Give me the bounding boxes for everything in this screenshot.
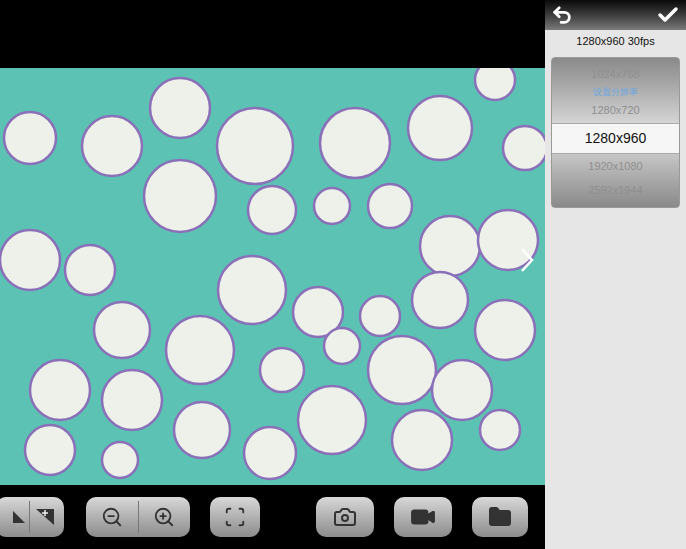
triangle-plus-icon <box>32 507 56 527</box>
resolution-option[interactable]: 2592x1944 <box>552 178 679 203</box>
microscope-app: 1280x960 30fps 1024x768设置分辨率1280x7201280x… <box>0 0 686 549</box>
camera-icon <box>333 505 357 529</box>
fullscreen-button[interactable] <box>210 497 260 537</box>
resolution-option[interactable]: 1280x720 <box>552 98 679 123</box>
video-icon <box>410 504 436 530</box>
draw-tools-button[interactable] <box>0 497 64 537</box>
next-chevron-icon[interactable] <box>519 246 535 274</box>
triangle-icon <box>11 509 27 525</box>
zoom-buttons[interactable] <box>86 497 190 537</box>
zoom-in-icon[interactable] <box>153 506 175 528</box>
settings-panel: 1280x960 30fps 1024x768设置分辨率1280x7201280x… <box>545 0 686 549</box>
zoom-out-icon[interactable] <box>101 506 123 528</box>
back-icon[interactable] <box>551 4 573 26</box>
top-bar <box>0 0 545 68</box>
snapshot-button[interactable] <box>316 497 374 537</box>
resolution-option[interactable]: 1920x1080 <box>552 154 679 179</box>
record-button[interactable] <box>394 497 452 537</box>
toolbar <box>0 485 545 549</box>
resolution-picker[interactable]: 1024x768设置分辨率1280x7201280x9601920x108025… <box>551 57 680 208</box>
viewer-column <box>0 0 545 549</box>
resolution-option[interactable]: 1280x960 <box>552 123 679 154</box>
folder-icon <box>488 505 512 529</box>
status-text: 1280x960 30fps <box>545 30 686 53</box>
picker-title: 设置分辨率 <box>552 86 679 98</box>
gallery-button[interactable] <box>472 497 528 537</box>
fullscreen-icon <box>224 506 246 528</box>
panel-header <box>545 0 686 30</box>
confirm-icon[interactable] <box>656 3 680 27</box>
micrograph-picture <box>0 68 545 485</box>
live-image <box>0 68 545 485</box>
resolution-option[interactable]: 1024x768 <box>552 62 679 87</box>
